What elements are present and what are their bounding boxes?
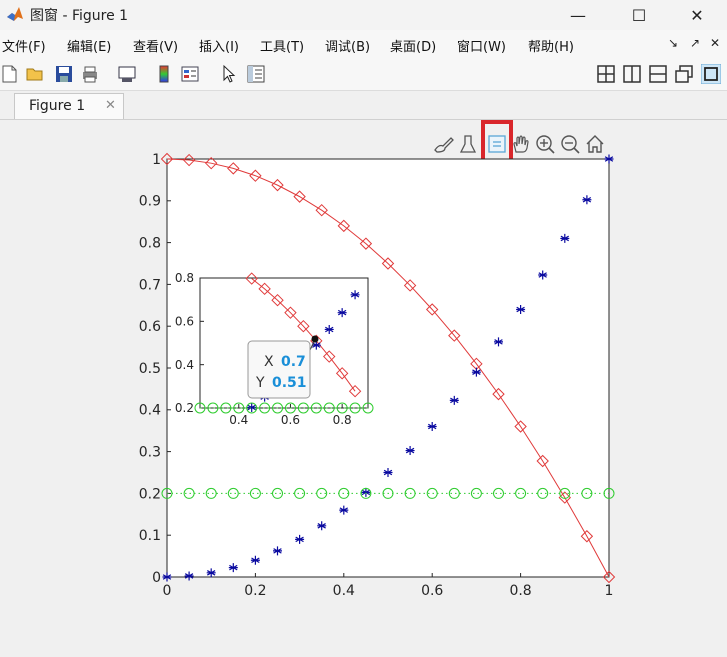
main-y-ticks: 0 0.1 0.2 0.3 0.4 0.5 0.6 0.7 0.8 0.9 1 <box>139 152 171 586</box>
legend-icon[interactable] <box>180 64 200 84</box>
zoom-out-icon[interactable] <box>561 135 580 154</box>
y-tick-label: 0.2 <box>139 486 161 502</box>
new-figure-icon[interactable] <box>0 64 20 84</box>
tab-close-icon[interactable]: ✕ <box>105 98 116 113</box>
colorbar-icon[interactable] <box>154 64 174 84</box>
brush-icon[interactable] <box>434 137 454 153</box>
title-bar: 图窗 - Figure 1 — ☐ ✕ <box>0 0 727 30</box>
x-tick-label: 0.8 <box>509 583 531 599</box>
datatip-marker[interactable] <box>311 335 319 343</box>
menu-debug[interactable]: 调试(B) <box>325 36 370 55</box>
x-tick-label: 1 <box>605 583 614 599</box>
tab-figure-1[interactable]: Figure 1 ✕ <box>14 93 124 119</box>
menu-view[interactable]: 查看(V) <box>133 36 178 55</box>
y-tick-label: 0 <box>152 570 161 586</box>
tile-columns-icon[interactable] <box>622 64 642 84</box>
y-tick-label: 0.1 <box>139 528 161 544</box>
y-tick-label: 0.8 <box>175 271 194 285</box>
datatip-y-value: 0.51 <box>272 375 307 391</box>
menu-desktop[interactable]: 桌面(D) <box>390 36 436 55</box>
y-tick-label: 0.6 <box>175 315 194 329</box>
x-tick-label: 0.2 <box>244 583 266 599</box>
float-window-icon[interactable] <box>674 64 694 84</box>
y-tick-label: 0.8 <box>139 236 161 252</box>
y-tick-label: 0.9 <box>139 194 161 210</box>
print-icon[interactable] <box>80 64 100 84</box>
datatip[interactable]: X 0.7 Y 0.51 <box>247 335 319 399</box>
toolbar <box>0 58 727 91</box>
property-inspector-icon[interactable] <box>246 64 266 84</box>
pan-hand-icon[interactable] <box>513 135 529 153</box>
y-tick-label: 0.2 <box>175 401 194 415</box>
x-tick-label: 0.4 <box>333 583 355 599</box>
menu-help[interactable]: 帮助(H) <box>528 36 574 55</box>
open-file-icon[interactable] <box>25 64 45 84</box>
y-tick-label: 0.6 <box>139 319 161 335</box>
y-tick-label: 0.4 <box>175 358 194 372</box>
x-tick-label: 0.4 <box>229 413 248 427</box>
home-icon[interactable] <box>586 135 604 153</box>
figure-canvas: 0 0.1 0.2 0.3 0.4 0.5 0.6 0.7 0.8 0.9 1 0 0.2 0.4 0.6… <box>139 120 616 599</box>
close-button[interactable]: ✕ <box>674 0 720 30</box>
y-tick-label: 1 <box>152 152 161 168</box>
datatip-x-label: X <box>264 354 274 370</box>
y-tick-label: 0.5 <box>139 361 161 377</box>
x-tick-label: 0 <box>163 583 172 599</box>
x-tick-label: 0.6 <box>281 413 300 427</box>
minimize-button[interactable]: — <box>555 0 601 30</box>
zoom-in-icon[interactable] <box>536 135 555 154</box>
save-icon[interactable] <box>54 64 74 84</box>
maximize-figure-icon[interactable] <box>701 64 721 84</box>
menu-close-icon[interactable]: ✕ <box>710 36 720 50</box>
menu-file[interactable]: 文件(F) <box>2 36 46 55</box>
y-tick-label: 0.4 <box>139 403 161 419</box>
menu-edit[interactable]: 编辑(E) <box>67 36 111 55</box>
y-tick-label: 0.3 <box>139 445 161 461</box>
figure-area: 0 0.1 0.2 0.3 0.4 0.5 0.6 0.7 0.8 0.9 1 0 0.2 0.4 0.6… <box>0 119 727 653</box>
dock-arrow-icon[interactable]: ↘ <box>668 36 678 50</box>
menu-bar: 文件(F) 编辑(E) 查看(V) 插入(I) 工具(T) 调试(B) 桌面(D… <box>0 30 727 58</box>
x-tick-label: 0.6 <box>421 583 443 599</box>
menu-window[interactable]: 窗口(W) <box>457 36 506 55</box>
datatip-x-value: 0.7 <box>281 354 306 370</box>
maximize-button[interactable]: ☐ <box>616 0 662 30</box>
menu-insert[interactable]: 插入(I) <box>199 36 239 55</box>
data-cursor-icon[interactable] <box>459 135 477 153</box>
y-tick-label: 0.7 <box>139 277 161 293</box>
undock-arrow-icon[interactable]: ↗ <box>690 36 700 50</box>
menu-tools[interactable]: 工具(T) <box>260 36 304 55</box>
tab-label: Figure 1 <box>29 98 86 114</box>
tile-grid-icon[interactable] <box>596 64 616 84</box>
x-tick-label: 0.8 <box>333 413 352 427</box>
datatip-mode-icon[interactable] <box>488 135 506 153</box>
matlab-logo-icon <box>7 7 23 21</box>
tile-rows-icon[interactable] <box>648 64 668 84</box>
link-plot-icon[interactable] <box>117 64 137 84</box>
datatip-y-label: Y <box>255 375 265 391</box>
window-title: 图窗 - Figure 1 <box>30 8 129 24</box>
edit-plot-arrow-icon[interactable] <box>219 64 239 84</box>
tab-strip: Figure 1 ✕ <box>0 91 727 119</box>
